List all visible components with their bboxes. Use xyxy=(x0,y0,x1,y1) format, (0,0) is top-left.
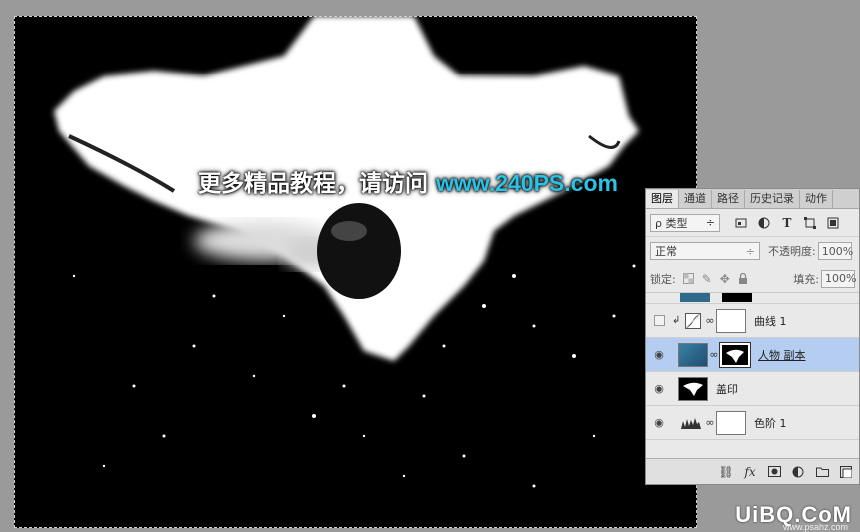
pixel-filter-icon[interactable] xyxy=(734,216,748,230)
blend-row: 正常 ÷ 不透明度: 100% xyxy=(646,237,859,265)
eye-icon[interactable]: ◉ xyxy=(654,382,664,395)
new-layer-icon[interactable] xyxy=(839,465,853,479)
adjustment-filter-icon[interactable] xyxy=(757,216,771,230)
layer-mask-thumbnail xyxy=(716,410,746,435)
search-icon: ρ xyxy=(655,216,662,230)
lock-row: 锁定: ✎ ✥ 填充: 100% xyxy=(646,265,859,293)
layers-bottom-bar: ⛓ fx xyxy=(646,458,859,484)
new-adjustment-icon[interactable] xyxy=(791,465,805,479)
curves-adjustment-icon xyxy=(682,312,704,329)
layer-name: 曲线 1 xyxy=(754,314,787,328)
layer-row-levels[interactable]: ◉ ∞ 色阶 1 xyxy=(646,406,859,440)
layer-row-stamp[interactable]: ◉ 盖印 xyxy=(646,372,859,406)
fill-label: 填充: xyxy=(793,272,819,286)
mask-image xyxy=(54,16,656,488)
filter-kind-label: 类型 xyxy=(665,216,688,230)
lock-label: 锁定: xyxy=(650,272,676,286)
add-mask-icon[interactable] xyxy=(767,465,781,479)
watermark-url: www.240PS.com xyxy=(436,170,618,196)
panel-tabbar: 图层 通道 路径 历史记录 动作 xyxy=(646,189,859,209)
link-icon: ∞ xyxy=(705,314,715,327)
tab-channels[interactable]: 通道 xyxy=(679,190,712,208)
tab-history[interactable]: 历史记录 xyxy=(745,190,800,208)
layer-list: ↲ ∞ 曲线 1 ◉ ∞ 人物 副本 ◉ 盖印 ◉ ∞ 色阶 1 xyxy=(646,293,859,459)
layer-row-curves[interactable]: ↲ ∞ 曲线 1 xyxy=(646,304,859,338)
lock-position-icon[interactable]: ✥ xyxy=(718,272,732,286)
new-group-icon[interactable] xyxy=(815,465,829,479)
link-icon: ∞ xyxy=(705,416,715,429)
layer-name: 色阶 1 xyxy=(754,416,787,430)
footer-sub-url: www.psahz.com xyxy=(782,522,848,532)
layer-mask-thumbnail xyxy=(716,308,746,333)
layer-name: 盖印 xyxy=(716,382,738,396)
layer-thumbnail xyxy=(680,293,710,302)
opacity-field[interactable]: 100% xyxy=(817,242,853,260)
layer-mask-thumbnail xyxy=(719,341,751,368)
layer-row-person-copy[interactable]: ◉ ∞ 人物 副本 xyxy=(646,338,859,372)
tab-actions[interactable]: 动作 xyxy=(800,190,833,208)
levels-adjustment-icon xyxy=(678,416,704,430)
filter-row: ρ 类型 ÷ T xyxy=(646,209,859,237)
fill-field[interactable]: 100% xyxy=(821,269,856,288)
watermark-cn: 更多精品教程，请访问 xyxy=(198,170,428,196)
blend-mode-value: 正常 xyxy=(655,245,677,258)
blend-mode-select[interactable]: 正常 ÷ xyxy=(650,242,760,260)
smart-object-filter-icon[interactable] xyxy=(826,216,840,230)
layers-panel: 图层 通道 路径 历史记录 动作 ρ 类型 ÷ T 正常 ÷ 不透明度: 100… xyxy=(645,188,860,485)
layer-thumbnail xyxy=(678,376,708,401)
layer-thumbnail xyxy=(678,342,708,367)
visibility-toggle[interactable] xyxy=(653,315,665,326)
fx-icon[interactable]: fx xyxy=(743,465,757,479)
watermark: 更多精品教程，请访问 www.240PS.com xyxy=(198,164,618,198)
clip-arrow-icon: ↲ xyxy=(672,315,681,326)
tab-paths[interactable]: 路径 xyxy=(712,190,745,208)
link-layers-icon[interactable]: ⛓ xyxy=(718,465,733,479)
document-canvas[interactable]: 更多精品教程，请访问 www.240PS.com xyxy=(14,16,697,528)
type-filter-icon[interactable]: T xyxy=(780,216,794,230)
eye-icon[interactable]: ◉ xyxy=(654,416,664,429)
lock-pixels-icon[interactable]: ✎ xyxy=(700,272,714,286)
layer-name: 人物 副本 xyxy=(758,348,806,362)
tab-layers[interactable]: 图层 xyxy=(646,190,679,208)
lock-transparent-icon[interactable] xyxy=(682,272,696,286)
link-icon: ∞ xyxy=(709,348,719,361)
eye-icon[interactable]: ◉ xyxy=(654,348,664,361)
layer-row-partial[interactable] xyxy=(646,293,859,304)
filter-kind-select[interactable]: ρ 类型 ÷ xyxy=(650,213,720,232)
opacity-label: 不透明度: xyxy=(768,245,816,258)
lock-all-icon[interactable] xyxy=(736,272,750,286)
updown-arrows-icon: ÷ xyxy=(705,216,715,229)
updown-arrows-icon: ÷ xyxy=(745,244,755,258)
layer-mask-thumbnail xyxy=(722,293,752,302)
shape-filter-icon[interactable] xyxy=(803,216,817,230)
